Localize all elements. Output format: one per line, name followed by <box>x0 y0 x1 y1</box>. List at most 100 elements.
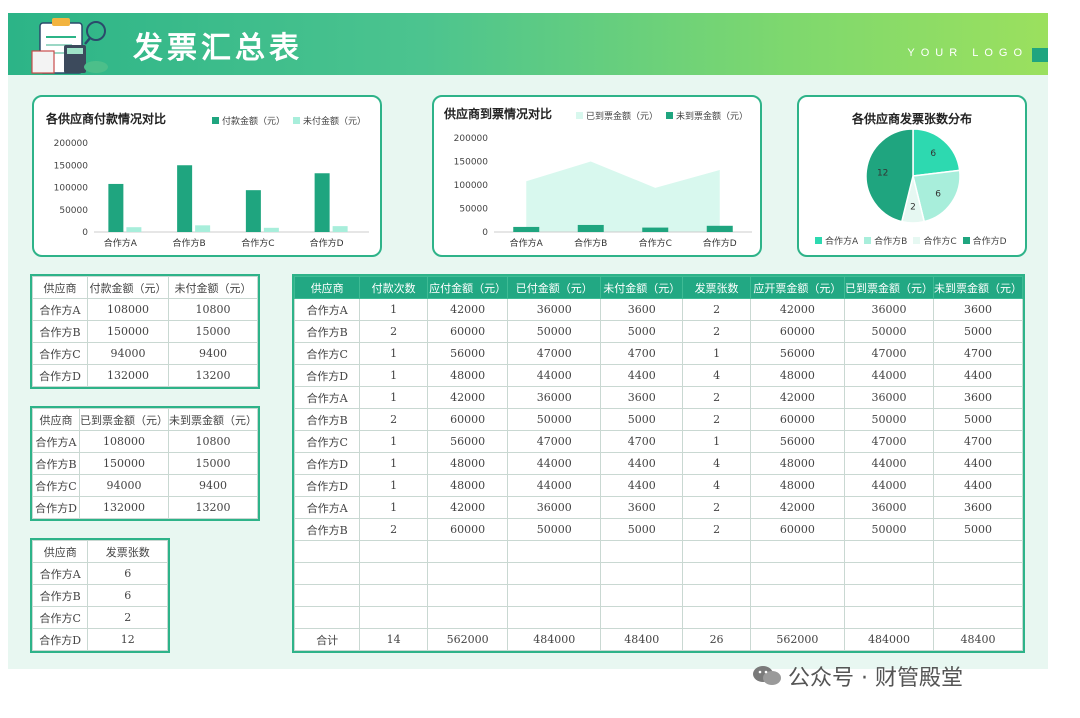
table-cell[interactable] <box>843 584 934 607</box>
table-cell[interactable]: 12 <box>87 628 168 651</box>
table-cell[interactable]: 47000 <box>507 430 602 453</box>
table-cell[interactable]: 1 <box>359 496 428 519</box>
table-cell[interactable]: 4400 <box>600 474 684 497</box>
table-cell[interactable]: 15000 <box>168 320 258 343</box>
table-cell[interactable] <box>426 540 509 563</box>
table-cell[interactable]: 4400 <box>932 364 1024 387</box>
table-cell[interactable]: 合作方C <box>293 342 361 365</box>
table-cell[interactable]: 50000 <box>843 408 934 431</box>
table-cell[interactable] <box>843 540 934 563</box>
table-cell[interactable]: 3600 <box>600 496 684 519</box>
table-cell[interactable]: 44000 <box>507 474 602 497</box>
table-cell[interactable] <box>507 562 602 585</box>
table-cell[interactable]: 4700 <box>600 342 684 365</box>
table-cell[interactable]: 47000 <box>843 430 934 453</box>
table-cell[interactable]: 36000 <box>507 298 602 321</box>
table-cell[interactable]: 1 <box>359 364 428 387</box>
table-cell[interactable]: 108000 <box>79 430 169 453</box>
table-cell[interactable]: 42000 <box>749 496 845 519</box>
table-cell[interactable]: 132000 <box>79 496 169 519</box>
table-cell[interactable]: 4 <box>682 474 751 497</box>
table-cell[interactable] <box>600 606 684 629</box>
table-cell[interactable] <box>932 562 1024 585</box>
table-cell[interactable]: 合作方C <box>32 342 88 365</box>
table-cell[interactable]: 合作方B <box>293 408 361 431</box>
table-cell[interactable] <box>507 584 602 607</box>
table-cell[interactable]: 1 <box>682 430 751 453</box>
table-cell[interactable] <box>749 540 845 563</box>
table-cell[interactable]: 60000 <box>749 408 845 431</box>
table-cell[interactable]: 1 <box>359 474 428 497</box>
table-cell[interactable]: 合作方C <box>293 430 361 453</box>
table-cell[interactable]: 48000 <box>749 452 845 475</box>
table-cell[interactable]: 2 <box>359 408 428 431</box>
table-cell[interactable]: 36000 <box>843 386 934 409</box>
table-cell[interactable]: 合作方C <box>31 606 89 629</box>
table-cell[interactable]: 4700 <box>600 430 684 453</box>
table-cell[interactable]: 合作方A <box>293 298 361 321</box>
table-cell[interactable]: 2 <box>682 386 751 409</box>
table-cell[interactable] <box>932 584 1024 607</box>
table-cell[interactable]: 10800 <box>168 298 258 321</box>
table-cell[interactable]: 50000 <box>843 320 934 343</box>
table-cell[interactable]: 36000 <box>843 496 934 519</box>
table-cell[interactable]: 60000 <box>426 408 509 431</box>
table-cell[interactable]: 4 <box>682 364 751 387</box>
table-cell[interactable] <box>932 540 1024 563</box>
table-cell[interactable]: 42000 <box>749 298 845 321</box>
table-cell[interactable]: 44000 <box>843 364 934 387</box>
table-cell[interactable]: 6 <box>87 562 168 585</box>
table-cell[interactable]: 1 <box>359 298 428 321</box>
table-cell[interactable]: 2 <box>682 320 751 343</box>
table-cell[interactable]: 4400 <box>600 452 684 475</box>
table-cell[interactable]: 48000 <box>426 474 509 497</box>
table-cell[interactable]: 94000 <box>87 342 169 365</box>
table-cell[interactable] <box>600 540 684 563</box>
table-cell[interactable]: 42000 <box>749 386 845 409</box>
table-cell[interactable]: 合作方B <box>293 518 361 541</box>
table-cell[interactable]: 42000 <box>426 386 509 409</box>
table-cell[interactable]: 9400 <box>168 474 258 497</box>
table-cell[interactable] <box>293 562 361 585</box>
table-cell[interactable]: 合作方A <box>293 386 361 409</box>
table-cell[interactable]: 4 <box>682 452 751 475</box>
table-cell[interactable]: 60000 <box>426 518 509 541</box>
table-cell[interactable]: 36000 <box>507 496 602 519</box>
table-cell[interactable] <box>359 584 428 607</box>
table-cell[interactable]: 13200 <box>168 364 258 387</box>
table-cell[interactable] <box>507 540 602 563</box>
table-cell[interactable]: 合作方A <box>32 430 80 453</box>
table-cell[interactable]: 42000 <box>426 298 509 321</box>
table-cell[interactable] <box>749 606 845 629</box>
table-cell[interactable]: 47000 <box>843 342 934 365</box>
table-cell[interactable]: 5000 <box>600 408 684 431</box>
table-cell[interactable] <box>749 584 845 607</box>
table-cell[interactable]: 3600 <box>600 298 684 321</box>
table-cell[interactable]: 50000 <box>507 408 602 431</box>
table-cell[interactable]: 2 <box>682 298 751 321</box>
table-cell[interactable] <box>682 584 751 607</box>
table-cell[interactable]: 4400 <box>932 474 1024 497</box>
table-cell[interactable]: 44000 <box>843 474 934 497</box>
table-cell[interactable]: 合作方B <box>32 320 88 343</box>
table-cell[interactable]: 2 <box>359 320 428 343</box>
table-cell[interactable]: 56000 <box>749 430 845 453</box>
table-cell[interactable]: 合作方D <box>293 452 361 475</box>
table-cell[interactable]: 1 <box>359 452 428 475</box>
table-cell[interactable]: 合作方A <box>31 562 89 585</box>
table-cell[interactable]: 48000 <box>749 474 845 497</box>
table-cell[interactable]: 合作方B <box>31 584 89 607</box>
table-cell[interactable]: 1 <box>682 342 751 365</box>
table-cell[interactable]: 6 <box>87 584 168 607</box>
table-cell[interactable]: 44000 <box>843 452 934 475</box>
table-cell[interactable]: 5000 <box>600 518 684 541</box>
table-cell[interactable]: 合作方D <box>31 628 89 651</box>
table-cell[interactable]: 47000 <box>507 342 602 365</box>
table-cell[interactable]: 合作方B <box>32 452 80 475</box>
table-cell[interactable]: 50000 <box>507 518 602 541</box>
table-cell[interactable]: 2 <box>682 518 751 541</box>
table-cell[interactable]: 60000 <box>749 518 845 541</box>
table-cell[interactable]: 合作方D <box>32 496 80 519</box>
table-cell[interactable] <box>359 606 428 629</box>
table-cell[interactable]: 108000 <box>87 298 169 321</box>
